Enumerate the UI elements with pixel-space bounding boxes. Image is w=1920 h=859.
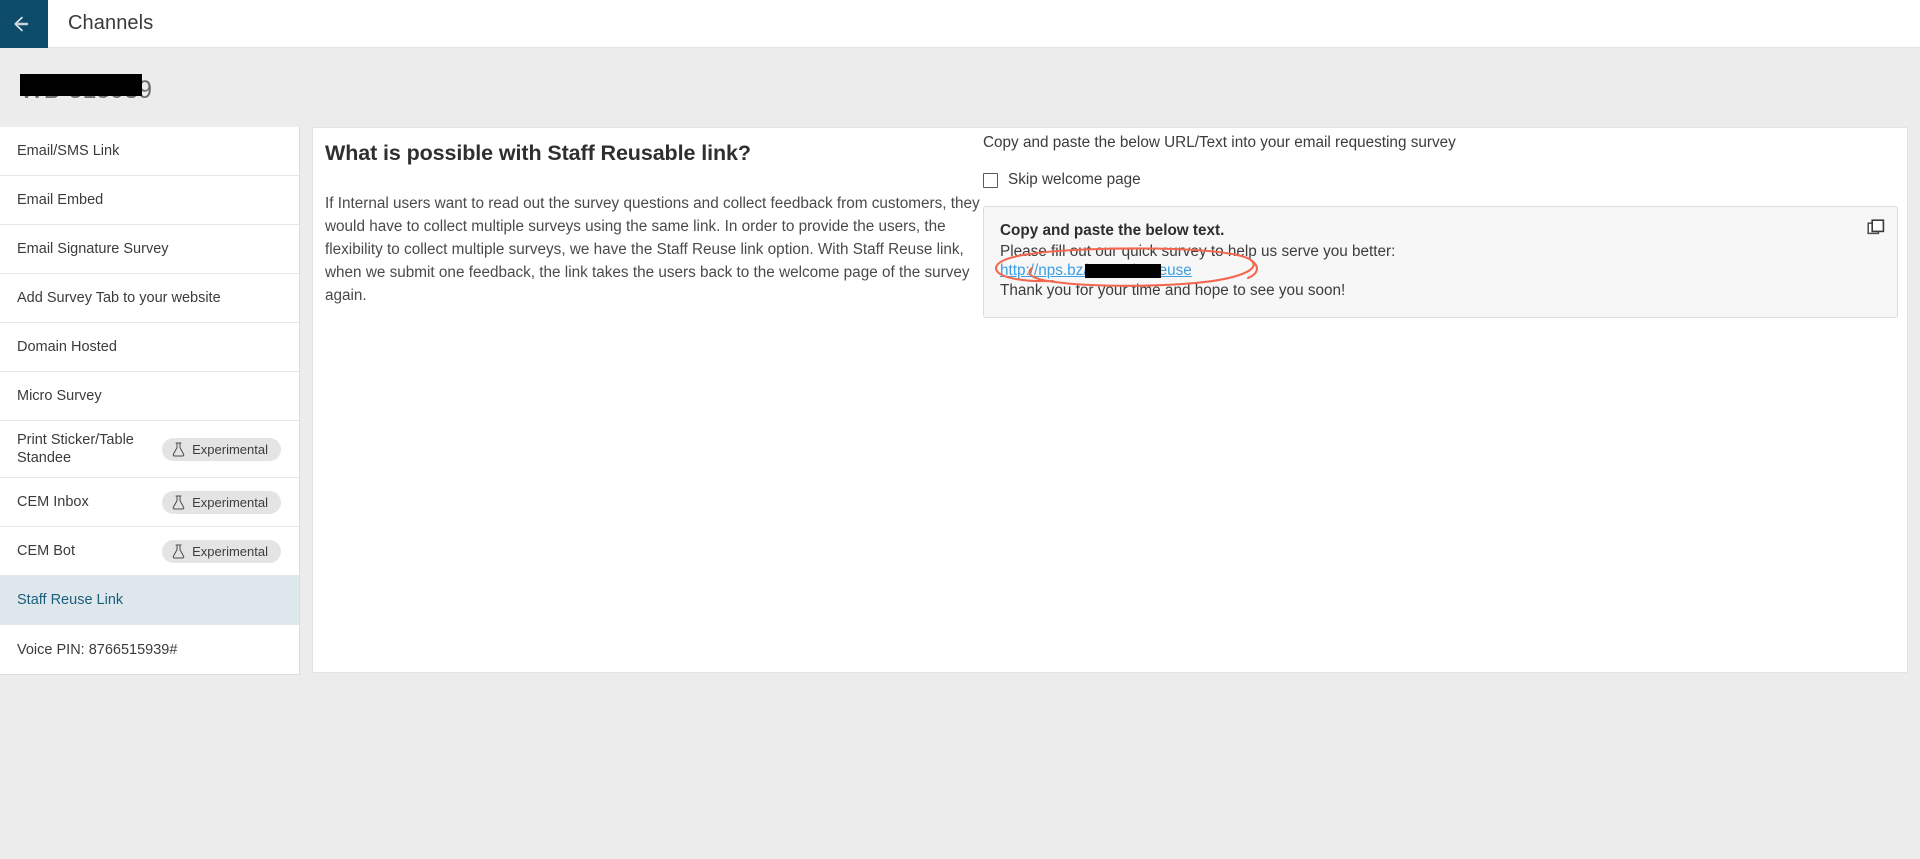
back-button[interactable] [0, 0, 48, 48]
sidebar-item-email-signature-survey[interactable]: Email Signature Survey [0, 225, 299, 274]
share-column: Copy and paste the below URL/Text into y… [983, 132, 1898, 318]
info-column: What is possible with Staff Reusable lin… [325, 138, 985, 307]
sidebar-item-label: Domain Hosted [17, 339, 117, 355]
sidebar-item-label: CEM Bot [17, 543, 76, 559]
sidebar-item-label: Staff Reuse Link [17, 592, 124, 608]
sidebar-item-email-sms-link[interactable]: Email/SMS Link [0, 127, 299, 176]
share-instructions: Copy and paste the below URL/Text into y… [983, 134, 1456, 151]
sidebar-item-label: CEM Inbox [17, 494, 89, 510]
sidebar-item-voice-pin-8766515939[interactable]: Voice PIN: 8766515939# [0, 625, 299, 674]
title-redaction-bar [20, 74, 142, 96]
skip-welcome-page-checkbox[interactable] [983, 172, 998, 188]
sidebar-item-print-sticker-table-standee[interactable]: Print Sticker/Table Standee Experimental [0, 421, 299, 478]
survey-url-row: http://nps.bz/9&mode=reuse [994, 247, 1847, 287]
survey-title-strip: WB-515939 [0, 48, 1920, 127]
sidebar-item-domain-hosted[interactable]: Domain Hosted [0, 323, 299, 372]
sidebar-item-label: Voice PIN: 8766515939# [17, 641, 178, 658]
sidebar-item-cem-bot[interactable]: CEM Bot Experimental [0, 527, 299, 576]
content-paragraph: If Internal users want to read out the s… [325, 195, 980, 304]
experimental-badge: Experimental [162, 490, 281, 514]
sidebar-item-label: Add Survey Tab to your website [17, 290, 221, 306]
url-prefix: http://nps.bz/ [1000, 262, 1088, 279]
top-header-bar: Channels [0, 0, 1920, 48]
sidebar-item-label: Email/SMS Link [17, 143, 120, 159]
channels-sidebar: Email/SMS Link Email Embed Email Signature… [0, 127, 300, 675]
sidebar-item-label: Email Embed [17, 192, 104, 208]
arrow-left-icon [13, 16, 35, 32]
flask-icon [172, 544, 185, 559]
flask-icon [172, 495, 185, 510]
experimental-badge-label: Experimental [192, 441, 268, 457]
sidebar-item-micro-survey[interactable]: Micro Survey [0, 372, 299, 421]
copy-box-line-3: Thank you for your time and hope to see … [1000, 282, 1346, 299]
flask-icon [172, 442, 185, 457]
skip-welcome-page-label: Skip welcome page [1008, 171, 1141, 188]
sidebar-item-label: Micro Survey [17, 388, 102, 404]
page-title: Channels [68, 12, 154, 34]
sidebar-item-add-survey-tab-to-your-website[interactable]: Add Survey Tab to your website [0, 274, 299, 323]
main-content-panel: What is possible with Staff Reusable lin… [312, 127, 1908, 673]
sidebar-item-cem-inbox[interactable]: CEM Inbox Experimental [0, 478, 299, 527]
content-heading: What is possible with Staff Reusable lin… [325, 141, 751, 165]
experimental-badge: Experimental [162, 437, 281, 461]
experimental-badge: Experimental [162, 539, 281, 563]
sidebar-item-label: Email Signature Survey [17, 241, 169, 257]
experimental-badge-label: Experimental [192, 543, 268, 559]
experimental-badge-label: Experimental [192, 494, 268, 510]
copy-text-box: Copy and paste the below text. Please fi… [983, 206, 1898, 318]
sidebar-item-email-embed[interactable]: Email Embed [0, 176, 299, 225]
url-redaction-bar [1085, 264, 1161, 278]
copy-box-line-1: Please fill out our quick survey to help… [1000, 242, 1396, 260]
copy-icon[interactable] [1867, 219, 1885, 237]
survey-title-wrapper: WB-515939 [20, 72, 152, 108]
copy-box-title: Copy and paste the below text. [1000, 222, 1225, 239]
sidebar-item-staff-reuse-link[interactable]: Staff Reuse Link [0, 576, 299, 625]
skip-welcome-page-row[interactable]: Skip welcome page [983, 171, 1898, 189]
sidebar-item-label: Print Sticker/Table Standee [17, 432, 134, 466]
